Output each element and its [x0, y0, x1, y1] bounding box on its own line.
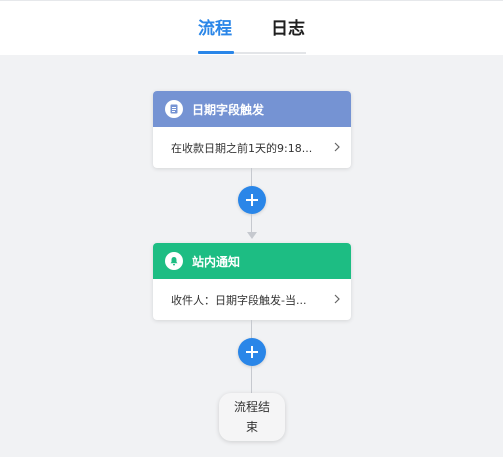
connector-line — [251, 214, 252, 232]
flow-editor-page: 流程 日志 日期字段触发 在收款日期之前1天的9:18... 站内通知 收件人：… — [0, 0, 503, 457]
notify-node-summary: 收件人：日期字段触发-当... — [171, 293, 307, 307]
notify-node-card[interactable]: 站内通知 收件人：日期字段触发-当... — [153, 243, 351, 320]
notify-node-body: 收件人：日期字段触发-当... — [153, 279, 351, 320]
plus-icon — [246, 194, 258, 206]
connector-line — [251, 168, 252, 186]
notify-node-header: 站内通知 — [153, 243, 351, 279]
add-step-button[interactable] — [238, 186, 266, 214]
plus-icon — [246, 346, 258, 358]
document-icon — [165, 100, 183, 118]
trigger-node-header: 日期字段触发 — [153, 91, 351, 127]
notify-node-title: 站内通知 — [192, 254, 241, 269]
bell-icon — [165, 252, 183, 270]
tab-flow[interactable]: 流程 — [198, 18, 232, 40]
flow-end-node: 流程结束 — [219, 393, 285, 441]
chevron-right-icon — [334, 294, 340, 304]
trigger-node-summary: 在收款日期之前1天的9:18... — [171, 141, 313, 155]
active-tab-indicator — [198, 51, 234, 54]
trigger-node-body: 在收款日期之前1天的9:18... — [153, 127, 351, 168]
connector-arrow-icon — [247, 232, 257, 239]
add-step-button[interactable] — [238, 338, 266, 366]
connector-line — [251, 366, 252, 393]
trigger-node-card[interactable]: 日期字段触发 在收款日期之前1天的9:18... — [153, 91, 351, 168]
tab-divider — [234, 52, 306, 54]
connector-line — [251, 320, 252, 338]
tab-bar: 流程 日志 — [0, 0, 503, 55]
trigger-node-title: 日期字段触发 — [192, 102, 265, 117]
tab-log[interactable]: 日志 — [271, 18, 305, 40]
chevron-right-icon — [334, 142, 340, 152]
